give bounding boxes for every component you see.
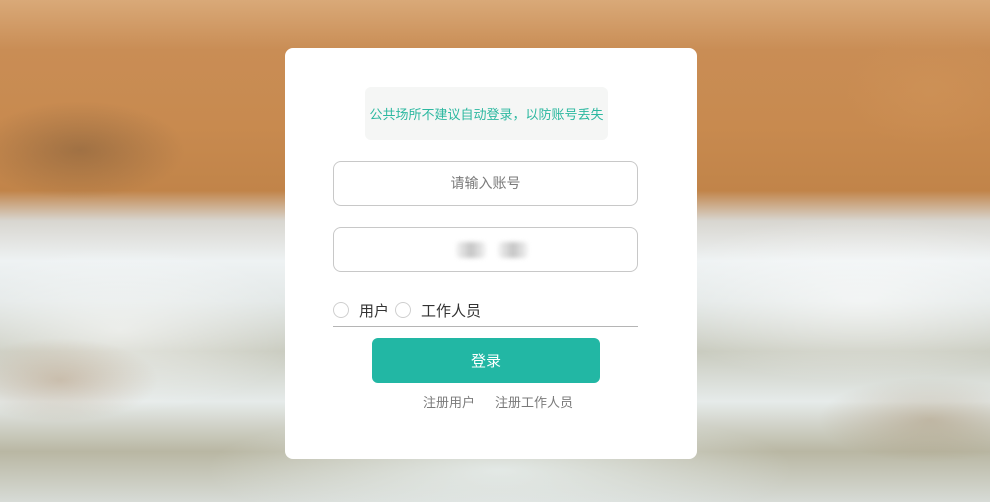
role-selector: 用户 工作人员 — [333, 294, 638, 327]
role-option-label: 用户 — [359, 301, 390, 320]
role-option-label: 工作人员 — [421, 301, 482, 320]
role-option-user[interactable]: 用户 — [333, 300, 389, 321]
password-field[interactable] — [333, 227, 638, 272]
password-input[interactable] — [334, 227, 637, 272]
account-field[interactable] — [333, 161, 638, 206]
register-links: 注册用户 注册工作人员 — [423, 392, 583, 411]
auto-login-notice: 公共场所不建议自动登录，以防账号丢失 — [365, 87, 608, 140]
radio-circle-icon[interactable] — [395, 302, 412, 318]
login-button[interactable]: 登录 — [372, 338, 600, 383]
register-user-link[interactable]: 注册用户 — [423, 392, 475, 411]
account-input[interactable] — [334, 161, 637, 206]
login-card: 公共场所不建议自动登录，以防账号丢失 用户 工作人员 登录 注册用户 注册工作人… — [285, 48, 697, 459]
radio-circle-icon[interactable] — [333, 302, 349, 318]
notice-text: 公共场所不建议自动登录，以防账号丢失 — [369, 108, 604, 123]
register-staff-link[interactable]: 注册工作人员 — [495, 392, 573, 411]
role-option-staff[interactable]: 工作人员 — [395, 300, 481, 321]
